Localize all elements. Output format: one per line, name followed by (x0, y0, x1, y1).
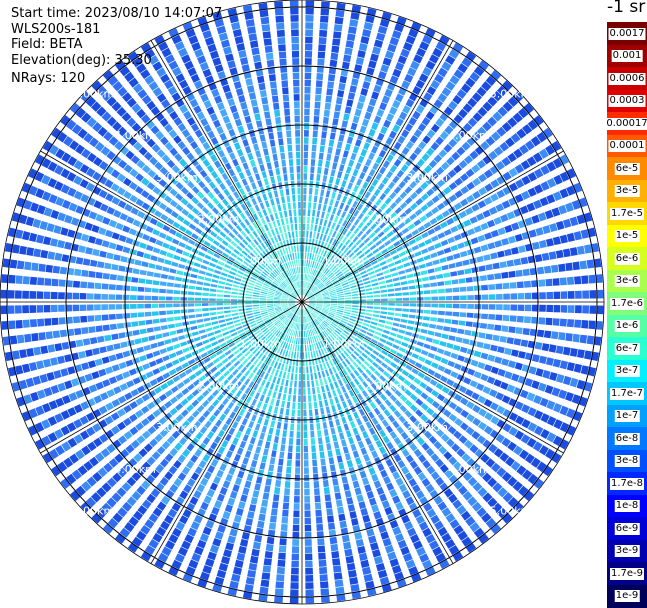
range-ring-label: 3.00km (406, 171, 448, 184)
range-ring-label: 3.00km (406, 421, 448, 434)
colorbar-tick-label: 0.0001 (608, 140, 646, 152)
colorbar-tick-label: 3e-9 (614, 545, 640, 557)
colorbar-cell: 6e-6 (607, 247, 647, 270)
colorbar-tick-label: 0.00017 (605, 117, 647, 130)
range-ring-label: 3.00km (156, 171, 198, 184)
range-ring-label: 5.00km (73, 87, 115, 100)
colorbar-cell: 3e-6 (607, 269, 647, 293)
colorbar-tick-label: 6e-7 (614, 342, 640, 355)
nrays-label: NRays: 120 (11, 71, 86, 86)
colorbar-tick-label: 6e-9 (614, 522, 640, 535)
ppi-scan-plot: 1.00km 1.00km 1.00km 1.00km 2.00km 2.00km 2.00… (0, 0, 605, 605)
colorbar-cell: 0.001 (607, 44, 647, 68)
colorbar-tick-label: 3e-5 (614, 185, 640, 197)
colorbar-tick-label: 3e-8 (614, 455, 640, 467)
colorbar-cell: 1e-5 (607, 224, 647, 248)
range-ring-label: 2.00km (365, 379, 407, 392)
colorbar-tick-label: 6e-6 (614, 252, 640, 265)
colorbar-tick-label: 1.7e-8 (609, 477, 645, 490)
range-ring-label: 4.00km (114, 463, 156, 476)
range-ring-label: 2.00km (198, 213, 240, 226)
units-label: -1 sr (607, 0, 646, 17)
colorbar-tick-label: 1.7e-5 (609, 207, 645, 220)
range-ring-label: 5.00km (73, 505, 115, 518)
range-ring-label: 1.00km (323, 254, 365, 267)
range-ring-label: 1.00km (240, 254, 282, 267)
colorbar-cell: 1.7e-6 (607, 292, 647, 315)
range-ring-label: 2.00km (198, 379, 240, 392)
range-ring-label: 4.00km (448, 463, 490, 476)
range-ring-label: 5.00km (490, 87, 532, 100)
colorbar-cell: 0.00017 (605, 112, 647, 135)
colorbar-cell: 0.0006 (607, 67, 647, 90)
colorbar-cell: 6e-7 (607, 337, 647, 360)
colorbar-cell: 3e-5 (607, 179, 647, 203)
colorbar-cell: 6e-5 (607, 157, 647, 180)
colorbar-cell: 6e-8 (607, 427, 647, 450)
start-time-label: Start time: 2023/08/10 14:07:07 (11, 6, 223, 21)
colorbar-tick-label: 6e-5 (614, 162, 640, 175)
colorbar-tick-label: 1e-8 (614, 500, 640, 512)
range-ring-label: 4.00km (448, 129, 490, 142)
colorbar-cell: 6e-9 (607, 517, 647, 540)
colorbar-tick-label: 0.001 (611, 50, 643, 62)
range-ring-label: 3.00km (156, 421, 198, 434)
colorbar-tick-label: 3e-7 (614, 365, 640, 377)
elevation-label: Elevation(deg): 35.30 (11, 53, 152, 68)
colorbar-cell: 1.7e-9 (607, 562, 647, 585)
colorbar-tick-label: 1.7e-6 (609, 297, 645, 310)
colorbar-cell: 1e-7 (607, 404, 647, 428)
colorbar-tick-label: 0.0006 (608, 72, 646, 85)
colorbar-tick-label: 0.0017 (608, 27, 646, 40)
colorbar-cell: 1.7e-5 (607, 202, 647, 225)
range-ring-label: 2.00km (365, 213, 407, 226)
colorbar-tick-label: 1e-7 (614, 410, 640, 422)
colorbar-tick-label: 1.7e-7 (609, 387, 645, 400)
range-ring-label: 1.00km (323, 338, 365, 351)
colorbar-cell: 1e-8 (607, 494, 647, 518)
colorbar-tick-label: 1e-5 (614, 230, 640, 242)
device-label: WLS200s-181 (11, 22, 101, 37)
colorbar-tick-label: 1.7e-9 (609, 567, 645, 580)
range-ring-label: 5.00km (490, 505, 532, 518)
colorbar-tick-label: 6e-8 (614, 432, 640, 445)
colorbar-cell: 3e-7 (607, 359, 647, 383)
colorbar-tick-label: 1e-6 (614, 320, 640, 332)
colorbar-cell: 1e-9 (607, 584, 647, 608)
colorbar: 0.0017 0.001 0.0006 0.0003 0.00017 0.0001 6e-5… (605, 22, 647, 608)
colorbar-cell: 1.7e-7 (607, 382, 647, 405)
colorbar-cell: 0.0001 (607, 134, 647, 158)
colorbar-tick-label: 3e-6 (614, 275, 640, 287)
field-label: Field: BETA (11, 37, 83, 52)
colorbar-tick-label: 0.0003 (608, 95, 646, 107)
colorbar-cell: 1e-6 (607, 314, 647, 338)
colorbar-cell: 1.7e-8 (607, 472, 647, 495)
colorbar-cell: 3e-8 (607, 449, 647, 473)
range-ring-label: 1.00km (240, 338, 282, 351)
colorbar-tick-label: 1e-9 (614, 590, 640, 602)
colorbar-cell: 0.0003 (607, 89, 647, 113)
colorbar-cell: 0.0017 (607, 22, 647, 45)
colorbar-cell: 3e-9 (607, 539, 647, 563)
range-ring-label: 4.00km (114, 129, 156, 142)
